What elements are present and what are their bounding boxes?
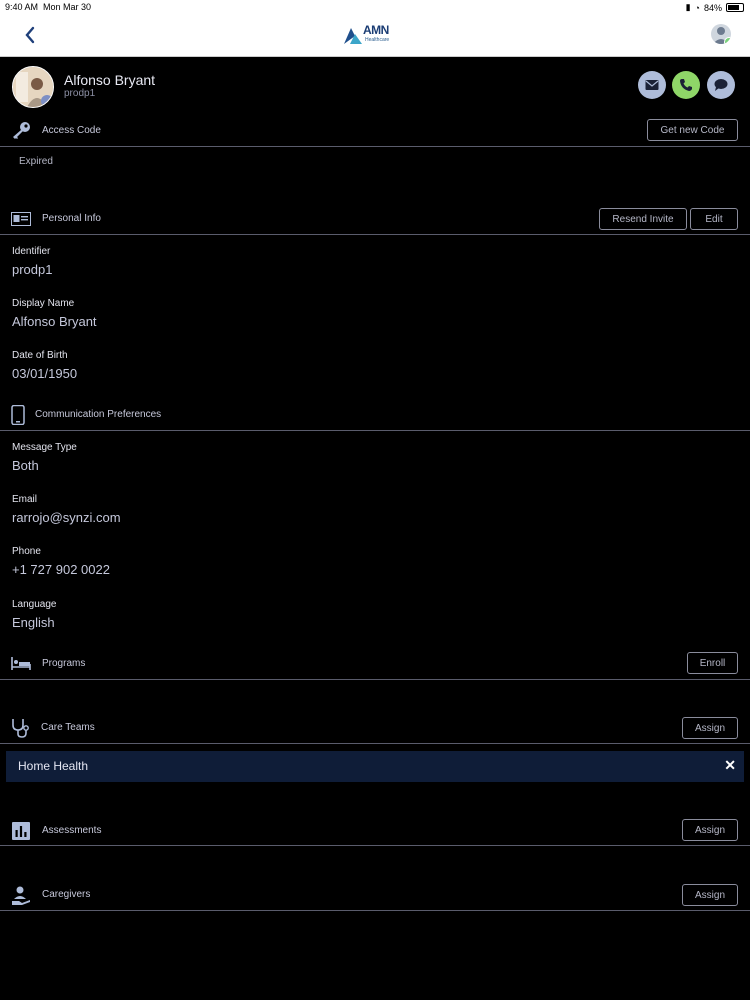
assign-assessment-button[interactable]: Assign (682, 819, 738, 841)
status-bar: 9:40 AM Mon Mar 30 ▮ ◔ 84% (0, 0, 750, 14)
get-new-code-button[interactable]: Get new Code (647, 119, 738, 141)
remove-care-team-close-icon[interactable]: ✕ (724, 757, 736, 774)
signal-icon: ▮ (685, 2, 691, 12)
divider (0, 234, 750, 235)
divider (0, 743, 750, 744)
back-button[interactable] (20, 22, 40, 48)
phone-label: Phone (12, 546, 41, 557)
email-value: rarrojo@synzi.com (12, 510, 121, 525)
battery-icon (726, 3, 744, 12)
section-title-assessments: Assessments (42, 825, 102, 836)
email-button[interactable] (638, 71, 666, 99)
message-type-label: Message Type (12, 442, 77, 453)
message-type-value: Both (12, 458, 39, 473)
assign-care-team-button[interactable]: Assign (682, 717, 738, 739)
online-status-icon (724, 37, 731, 44)
patient-avatar (12, 66, 54, 108)
dob-label: Date of Birth (12, 350, 68, 361)
display-name-value: Alfonso Bryant (12, 314, 97, 329)
divider (0, 430, 750, 431)
section-title-communication-preferences: Communication Preferences (35, 409, 162, 420)
nav-bar: AMN Healthcare (0, 14, 750, 57)
mobile-phone-icon (11, 405, 25, 425)
language-label: Language (12, 599, 57, 610)
bed-icon (11, 657, 31, 670)
language-value: English (12, 615, 55, 630)
edit-button[interactable]: Edit (690, 208, 738, 230)
display-name-label: Display Name (12, 298, 75, 309)
section-title-care-teams: Care Teams (41, 722, 95, 733)
enroll-button[interactable]: Enroll (687, 652, 738, 674)
wifi-icon: ◔ (694, 2, 700, 13)
identifier-value: prodp1 (12, 262, 53, 277)
bar-chart-icon (12, 822, 30, 840)
divider (0, 845, 750, 846)
key-icon (13, 122, 30, 139)
logo-text: AMN (363, 23, 389, 37)
patient-name: Alfonso Bryant (64, 72, 156, 88)
resend-invite-button[interactable]: Resend Invite (599, 208, 687, 230)
care-team-item[interactable]: Home Health ✕ (6, 751, 744, 782)
phone-icon (680, 79, 692, 91)
stethoscope-icon (12, 719, 29, 738)
care-team-name: Home Health (18, 759, 89, 773)
patient-id: prodp1 (64, 88, 96, 99)
assign-caregiver-button[interactable]: Assign (682, 884, 738, 906)
phone-value: +1 727 902 0022 (12, 562, 110, 577)
section-title-caregivers: Caregivers (42, 889, 91, 900)
divider (0, 679, 750, 680)
email-label: Email (12, 494, 38, 505)
amn-logo: AMN Healthcare (340, 20, 414, 52)
divider (0, 910, 750, 911)
call-button[interactable] (672, 71, 700, 99)
status-right: ▮ ◔ 84% (686, 2, 744, 13)
section-title-personal-info: Personal Info (42, 213, 101, 224)
logo-sub: Healthcare (365, 37, 390, 43)
battery-percent: 84% (703, 2, 722, 13)
logo-mark-icon (344, 28, 362, 44)
section-title-programs: Programs (42, 658, 86, 669)
identifier-label: Identifier (12, 246, 51, 257)
section-title-access-code: Access Code (42, 125, 101, 136)
user-avatar[interactable] (711, 24, 731, 44)
status-time: 9:40 AM Mon Mar 30 (5, 2, 92, 12)
dob-value: 03/01/1950 (12, 366, 78, 381)
check-badge-icon (41, 95, 53, 107)
caregiver-icon (12, 886, 30, 905)
access-code-status: Expired (19, 156, 53, 167)
divider (0, 146, 750, 147)
chat-button[interactable] (707, 71, 735, 99)
chevron-left-icon (25, 26, 35, 44)
id-card-icon (11, 212, 31, 226)
chat-bubble-icon (714, 79, 728, 91)
envelope-icon (645, 80, 659, 90)
